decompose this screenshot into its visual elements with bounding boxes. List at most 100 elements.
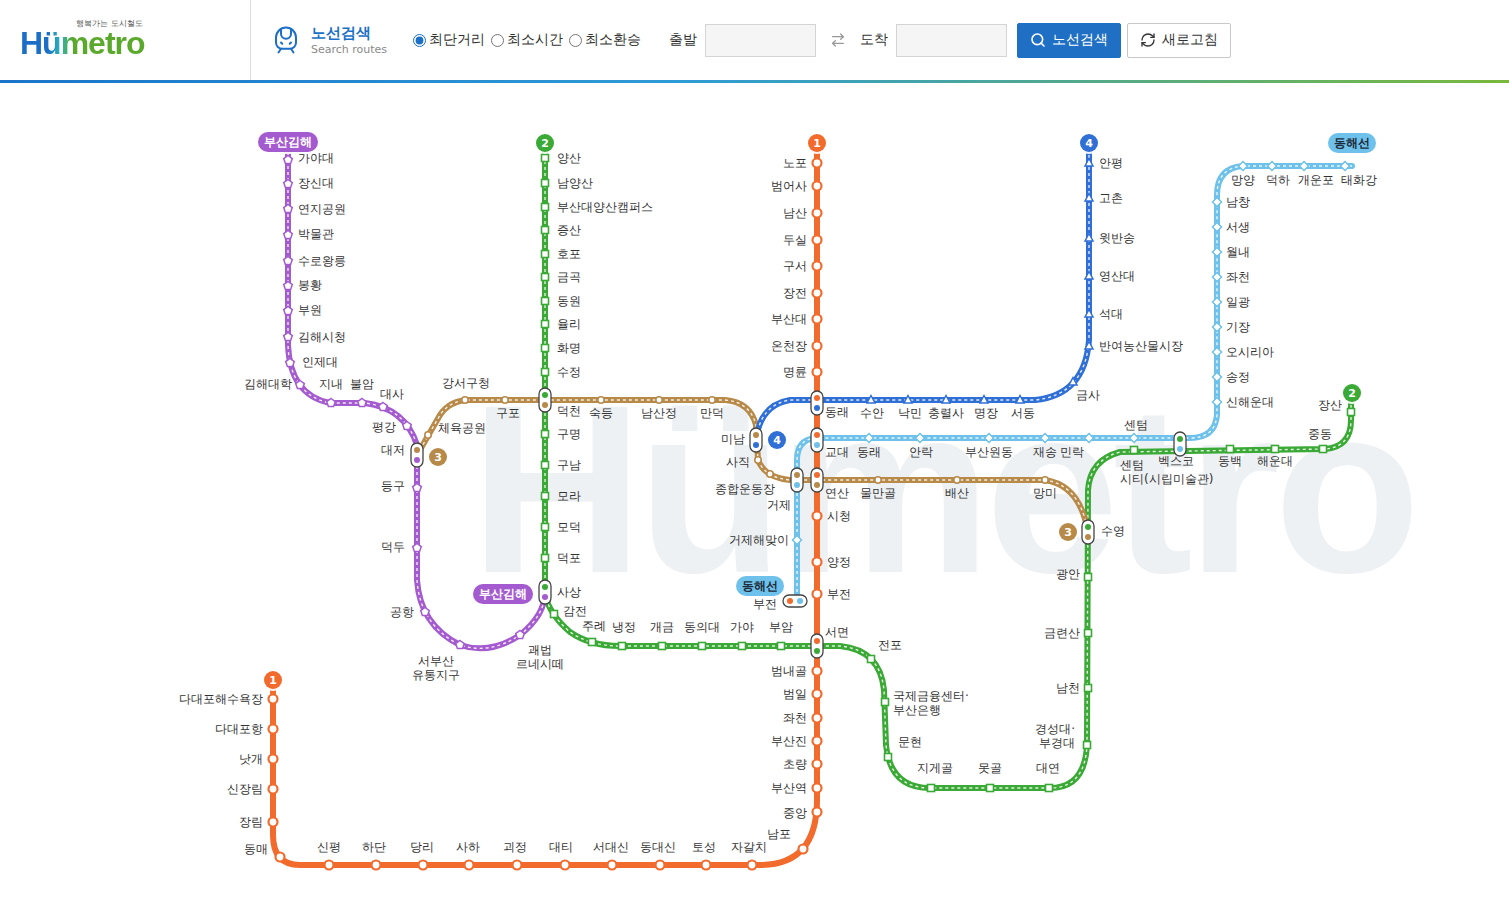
station-label[interactable]: 사직: [726, 455, 750, 469]
station-label[interactable]: 하단: [362, 840, 386, 854]
transfer-station[interactable]: [811, 428, 823, 452]
station-label[interactable]: 대연: [1036, 761, 1060, 775]
station-label[interactable]: 태화강: [1341, 173, 1377, 187]
station-marker[interactable]: [589, 639, 596, 646]
station-label[interactable]: 증산: [557, 223, 581, 237]
station-marker[interactable]: [867, 396, 875, 404]
station-marker[interactable]: [1085, 310, 1093, 318]
search-option[interactable]: 최소환승: [569, 31, 641, 49]
station-marker[interactable]: [1085, 434, 1094, 443]
station-label[interactable]: 장산: [1318, 398, 1342, 412]
station-label[interactable]: 덕하: [1266, 173, 1290, 187]
station-marker[interactable]: [882, 699, 889, 706]
station-label[interactable]: 지내: [319, 377, 343, 391]
station-marker[interactable]: [284, 205, 293, 213]
station-marker[interactable]: [885, 754, 892, 761]
transfer-station[interactable]: [791, 468, 803, 492]
station-marker[interactable]: [942, 396, 950, 404]
station-label[interactable]: 박물관: [298, 227, 334, 241]
transfer-station[interactable]: [1174, 432, 1186, 456]
station-label[interactable]: 좌천: [1226, 270, 1250, 284]
station-label[interactable]: 사하: [456, 840, 480, 854]
station-marker[interactable]: [1085, 194, 1093, 202]
station-label[interactable]: 당리: [410, 840, 434, 854]
station-marker[interactable]: [372, 861, 381, 870]
station-marker[interactable]: [542, 555, 549, 562]
station-label[interactable]: 석대: [1099, 307, 1123, 321]
station-label[interactable]: 초량: [783, 757, 807, 771]
station-marker[interactable]: [755, 457, 761, 463]
station-label[interactable]: 봉황: [298, 278, 322, 292]
station-label[interactable]: 숙등: [589, 406, 613, 420]
station-marker[interactable]: [1300, 162, 1309, 171]
station-marker[interactable]: [419, 861, 428, 870]
station-label[interactable]: 동원: [557, 294, 581, 308]
station-marker[interactable]: [916, 434, 925, 443]
line-badge[interactable]: 부산김해: [473, 584, 533, 604]
station-label[interactable]: 양정: [827, 555, 851, 569]
station-label[interactable]: 금련산: [1044, 626, 1080, 640]
station-marker[interactable]: [1085, 234, 1093, 242]
station-marker[interactable]: [813, 289, 822, 298]
station-label[interactable]: 체육공원: [438, 421, 486, 435]
station-label[interactable]: 영산대: [1099, 269, 1135, 283]
station-marker[interactable]: [865, 434, 874, 443]
station-marker[interactable]: [284, 156, 293, 164]
transfer-station[interactable]: [1082, 520, 1094, 544]
station-marker[interactable]: [551, 611, 558, 618]
station-marker[interactable]: [813, 236, 822, 245]
station-label[interactable]: 노포: [783, 156, 807, 170]
line-badge[interactable]: 4: [1080, 134, 1098, 152]
station-label[interactable]: 시청: [827, 509, 851, 523]
station-label[interactable]: 오시리아: [1226, 345, 1274, 359]
line-badge[interactable]: 부산김해: [258, 132, 318, 152]
subway-line[interactable]: [756, 143, 1089, 440]
station-label[interactable]: 문현: [898, 735, 922, 749]
station-label[interactable]: 괘법 르네시떼: [516, 643, 564, 671]
station-marker[interactable]: [813, 737, 822, 746]
station-marker[interactable]: [813, 315, 822, 324]
search-option[interactable]: 최단거리: [413, 31, 485, 49]
station-marker[interactable]: [269, 725, 278, 734]
station-marker[interactable]: [1042, 477, 1048, 483]
station-marker[interactable]: [516, 631, 525, 639]
station-label[interactable]: 전포: [878, 638, 902, 652]
station-label[interactable]: 사상: [557, 585, 581, 599]
station-marker[interactable]: [980, 396, 988, 404]
station-label[interactable]: 신평: [317, 840, 341, 854]
station-label[interactable]: 신장림: [227, 782, 263, 796]
station-marker[interactable]: [542, 227, 549, 234]
station-label[interactable]: 연산: [825, 486, 849, 500]
station-marker[interactable]: [1272, 446, 1279, 453]
station-marker[interactable]: [1239, 162, 1248, 171]
station-label[interactable]: 부원: [298, 303, 322, 317]
station-marker[interactable]: [1069, 378, 1077, 386]
station-label[interactable]: 중동: [1308, 427, 1332, 441]
line-badge[interactable]: 2: [536, 134, 554, 152]
station-marker[interactable]: [284, 180, 293, 188]
station-label[interactable]: 미남: [721, 432, 745, 446]
station-marker[interactable]: [813, 342, 822, 351]
station-label[interactable]: 덕천: [557, 404, 581, 418]
station-label[interactable]: 낙민: [898, 406, 922, 420]
station-marker[interactable]: [875, 477, 881, 483]
station-label[interactable]: 기장: [1226, 320, 1250, 334]
station-label[interactable]: 김해대학: [244, 377, 292, 391]
station-marker[interactable]: [1213, 223, 1222, 232]
station-label[interactable]: 남포: [767, 827, 791, 841]
line-badge[interactable]: 4: [768, 431, 786, 449]
station-marker[interactable]: [813, 209, 822, 218]
station-marker[interactable]: [1341, 162, 1350, 171]
subway-line[interactable]: [797, 166, 1352, 601]
transfer-station[interactable]: [539, 388, 551, 412]
station-label[interactable]: 두실: [783, 233, 807, 247]
station-marker[interactable]: [1046, 785, 1053, 792]
station-label[interactable]: 동대신: [640, 840, 676, 854]
station-marker[interactable]: [1085, 342, 1093, 350]
station-label[interactable]: 감전: [563, 604, 587, 618]
station-label[interactable]: 서면: [825, 625, 849, 639]
station-marker[interactable]: [403, 422, 412, 430]
station-marker[interactable]: [1041, 434, 1050, 443]
station-label[interactable]: 부전: [827, 587, 851, 601]
station-label[interactable]: 중앙: [783, 806, 807, 820]
